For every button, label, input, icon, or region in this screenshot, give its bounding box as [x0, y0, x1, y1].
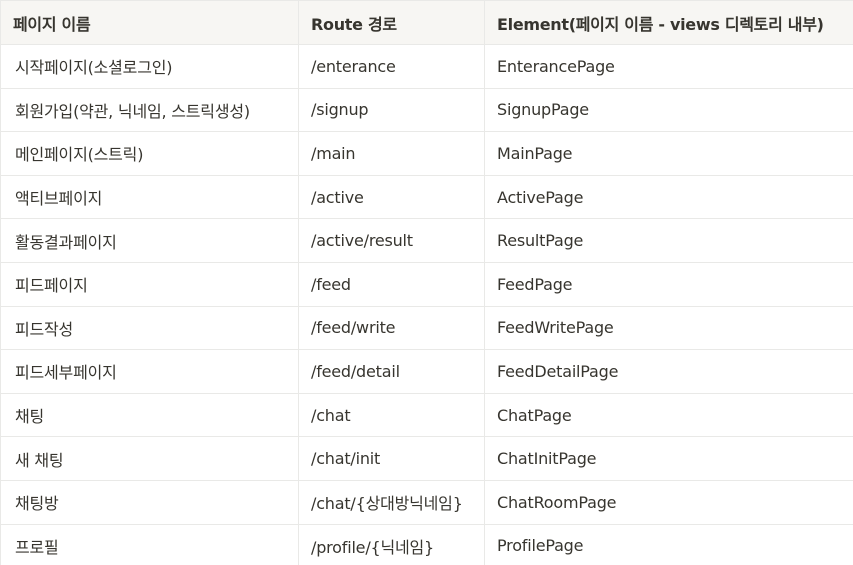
cell-element: ChatRoomPage — [484, 479, 853, 525]
cell-route-path: /active/result — [298, 218, 485, 263]
cell-route-path: /main — [298, 131, 485, 176]
table-row: 채팅 /chat ChatPage — [0, 392, 853, 438]
cell-page-name: 회원가입(약관, 닉네임, 스트릭생성) — [0, 87, 299, 133]
cell-element: ActivePage — [484, 174, 853, 220]
cell-route-path: /active — [298, 174, 485, 220]
table-row: 액티브페이지 /active ActivePage — [0, 174, 853, 220]
table-row: 피드작성 /feed/write FeedWritePage — [0, 305, 853, 351]
cell-element: ResultPage — [484, 218, 853, 263]
cell-route-path: /feed/write — [298, 305, 485, 351]
table-row: 새 채팅 /chat/init ChatInitPage — [0, 436, 853, 481]
header-route-path: Route 경로 — [298, 0, 485, 45]
cell-route-path: /enterance — [298, 44, 485, 89]
table-row: 회원가입(약관, 닉네임, 스트릭생성) /signup SignupPage — [0, 87, 853, 133]
cell-element: ChatPage — [484, 392, 853, 438]
cell-page-name: 활동결과페이지 — [0, 218, 299, 263]
cell-page-name: 채팅방 — [0, 479, 299, 525]
cell-page-name: 새 채팅 — [0, 436, 299, 481]
table-row: 피드세부페이지 /feed/detail FeedDetailPage — [0, 349, 853, 394]
cell-route-path: /feed/detail — [298, 349, 485, 394]
cell-page-name: 프로필 — [0, 523, 299, 565]
cell-page-name: 메인페이지(스트릭) — [0, 131, 299, 176]
cell-page-name: 피드페이지 — [0, 261, 299, 307]
cell-element: FeedWritePage — [484, 305, 853, 351]
cell-route-path: /chat/init — [298, 436, 485, 481]
table-row: 프로필 /profile/{닉네임} ProfilePage — [0, 523, 853, 565]
route-table: 페이지 이름 Route 경로 Element(페이지 이름 - views 디… — [0, 0, 853, 565]
cell-page-name: 액티브페이지 — [0, 174, 299, 220]
header-page-name: 페이지 이름 — [0, 0, 299, 45]
table-row: 피드페이지 /feed FeedPage — [0, 261, 853, 307]
table-row: 채팅방 /chat/{상대방닉네임} ChatRoomPage — [0, 479, 853, 525]
cell-element: MainPage — [484, 131, 853, 176]
cell-route-path: /profile/{닉네임} — [298, 523, 485, 565]
header-element: Element(페이지 이름 - views 디렉토리 내부) — [484, 0, 853, 45]
cell-page-name: 시작페이지(소셜로그인) — [0, 44, 299, 89]
cell-page-name: 피드작성 — [0, 305, 299, 351]
table-row: 활동결과페이지 /active/result ResultPage — [0, 218, 853, 263]
cell-element: FeedDetailPage — [484, 349, 853, 394]
cell-route-path: /feed — [298, 261, 485, 307]
cell-element: EnterancePage — [484, 44, 853, 89]
cell-element: SignupPage — [484, 87, 853, 133]
cell-page-name: 채팅 — [0, 392, 299, 438]
table-header-row: 페이지 이름 Route 경로 Element(페이지 이름 - views 디… — [0, 0, 853, 45]
cell-element: FeedPage — [484, 261, 853, 307]
table-row: 메인페이지(스트릭) /main MainPage — [0, 131, 853, 176]
cell-route-path: /signup — [298, 87, 485, 133]
cell-element: ChatInitPage — [484, 436, 853, 481]
cell-element: ProfilePage — [484, 523, 853, 565]
cell-route-path: /chat/{상대방닉네임} — [298, 479, 485, 525]
cell-page-name: 피드세부페이지 — [0, 349, 299, 394]
table-row: 시작페이지(소셜로그인) /enterance EnterancePage — [0, 44, 853, 89]
cell-route-path: /chat — [298, 392, 485, 438]
